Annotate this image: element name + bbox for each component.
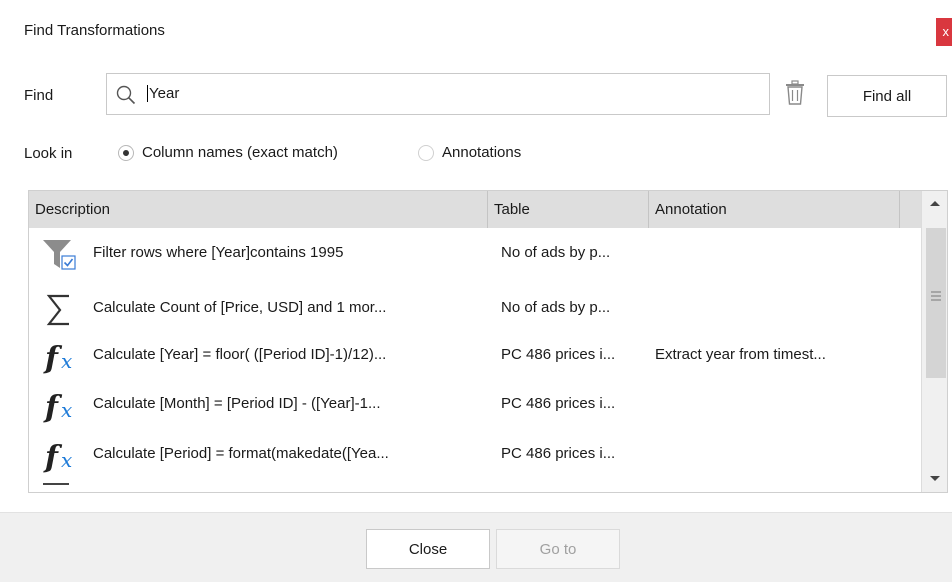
partial-row-icon <box>43 483 69 485</box>
scroll-thumb[interactable] <box>926 228 946 378</box>
sum-icon <box>46 294 69 326</box>
radio-column-names-label: Column names (exact match) <box>142 144 338 161</box>
scroll-down-icon[interactable] <box>929 475 941 483</box>
go-to-button[interactable]: Go to <box>496 529 620 569</box>
row-table: PC 486 prices i... <box>501 445 616 462</box>
row-table: No of ads by p... <box>501 299 611 316</box>
find-all-button[interactable]: Find all <box>827 75 947 117</box>
fx-icon: f x <box>43 341 72 374</box>
column-header-annotation[interactable]: Annotation <box>649 191 899 228</box>
row-description: Calculate Count of [Price, USD] and 1 mo… <box>93 299 387 316</box>
svg-text:f: f <box>43 440 63 473</box>
svg-text:x: x <box>61 448 72 472</box>
column-header-table[interactable]: Table <box>488 191 648 228</box>
row-table: PC 486 prices i... <box>501 395 616 412</box>
row-table: No of ads by p... <box>501 244 611 261</box>
fx-icon: f x <box>43 390 72 423</box>
column-header-description[interactable]: Description <box>29 191 487 228</box>
radio-checked-icon <box>118 144 134 161</box>
row-table: PC 486 prices i... <box>501 346 616 363</box>
close-button[interactable]: Close <box>366 529 490 569</box>
table-row[interactable]: f x Calculate [Period] = format(makedate… <box>29 431 921 479</box>
fx-icon: f x <box>43 440 72 473</box>
look-in-label: Look in <box>24 145 73 162</box>
search-icon <box>116 85 136 105</box>
svg-text:f: f <box>43 341 63 374</box>
row-description: Calculate [Month] = [Period ID] - ([Year… <box>93 395 381 412</box>
close-window-button[interactable]: x <box>936 18 952 46</box>
grip-icon <box>931 291 941 301</box>
search-value: Year <box>147 85 180 102</box>
svg-text:x: x <box>61 398 72 422</box>
find-transformations-dialog: Find Transformations x Find Year Find al… <box>0 0 952 582</box>
table-row[interactable]: Calculate Count of [Price, USD] and 1 mo… <box>29 285 921 333</box>
row-annotation: Extract year from timest... <box>655 346 826 363</box>
svg-text:f: f <box>43 390 63 423</box>
radio-column-names[interactable]: Column names (exact match) <box>118 144 338 161</box>
find-label: Find <box>24 87 54 104</box>
scroll-up-icon[interactable] <box>929 199 941 207</box>
search-input[interactable]: Year <box>106 73 770 115</box>
dialog-footer: Close Go to <box>0 512 952 582</box>
table-row[interactable]: f x Calculate [Month] = [Period ID] - ([… <box>29 381 921 429</box>
radio-annotations-label: Annotations <box>442 144 522 161</box>
results-grid[interactable]: Description Table Annotation Filter rows… <box>28 190 948 493</box>
trash-icon[interactable] <box>784 80 806 106</box>
table-row[interactable]: f x Calculate [Year] = floor( ([Period I… <box>29 332 921 380</box>
grid-header: Description Table Annotation <box>29 191 921 228</box>
radio-unchecked-icon <box>418 144 434 161</box>
table-row[interactable]: Filter rows where [Year]contains 1995 No… <box>29 230 921 278</box>
row-description: Filter rows where [Year]contains 1995 <box>93 244 344 261</box>
dialog-title: Find Transformations <box>24 22 165 39</box>
row-description: Calculate [Period] = format(makedate([Ye… <box>93 445 389 462</box>
radio-annotations[interactable]: Annotations <box>418 144 521 161</box>
filter-checked-icon <box>43 240 76 270</box>
row-description: Calculate [Year] = floor( ([Period ID]-1… <box>93 346 387 363</box>
svg-text:x: x <box>61 349 72 373</box>
vertical-scrollbar[interactable] <box>921 191 947 492</box>
